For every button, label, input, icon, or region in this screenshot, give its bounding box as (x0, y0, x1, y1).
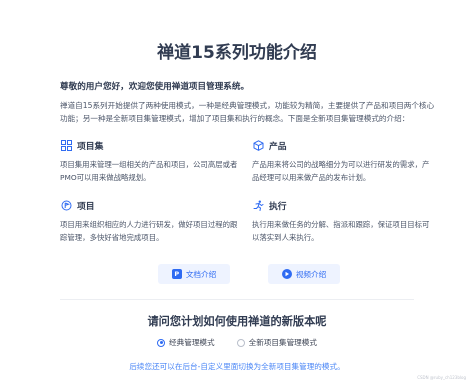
radio-button-checked[interactable] (157, 338, 166, 347)
hint-text: 后续您还可以在后台-自定义里面切换为全新项目集管理的模式。 (129, 362, 345, 371)
radio-button[interactable] (236, 338, 245, 347)
intro-text: 禅道自15系列开始提供了两种使用模式，一种是经典管理模式，功能较为精简，主要提供… (60, 101, 435, 123)
video-intro-label: 视频介绍 (295, 269, 327, 279)
card-execution: 执行 执行用来做任务的分解、指派和跟踪，保证项目目标可以落实到人来执行。 (252, 198, 432, 244)
radio-label: 全新项目集管理模式 (248, 338, 317, 347)
radio-program-mode[interactable]: 全新项目集管理模式 (236, 337, 317, 348)
card-description: 执行用来做任务的分解、指派和跟踪，保证项目目标可以落实到人来执行。 (252, 220, 430, 242)
run-icon (252, 199, 264, 211)
document-icon: P (171, 269, 182, 279)
doc-intro-label: 文档介绍 (185, 269, 217, 279)
card-program: 项目集 项目集用来管理一组相关的产品和项目，公司高层或者PMO可以用来做战略规划… (60, 138, 240, 184)
divider (60, 299, 414, 300)
mode-question: 请问您计划如何使用禅道的新版本呢 (147, 315, 327, 328)
grid-icon (60, 139, 72, 151)
page-title: 禅道15系列功能介绍 (157, 43, 317, 63)
doc-intro-button[interactable]: P 文档介绍 (158, 264, 230, 284)
card-description: 项目集用来管理一组相关的产品和项目，公司高层或者PMO可以用来做战略规划。 (60, 160, 238, 182)
flag-icon (60, 199, 72, 211)
cube-icon (252, 139, 264, 151)
video-intro-button[interactable]: 视频介绍 (268, 264, 340, 284)
card-description: 产品用来将公司的战略细分为可以进行研发的需求，产品经理可以用来做产品的发布计划。 (252, 160, 430, 182)
card-title: 项目集 (77, 141, 104, 152)
card-product: 产品 产品用来将公司的战略细分为可以进行研发的需求，产品经理可以用来做产品的发布… (252, 138, 432, 184)
card-title: 产品 (269, 141, 287, 152)
play-icon (281, 269, 292, 279)
radio-label: 经典管理模式 (169, 338, 215, 347)
card-title: 执行 (269, 201, 287, 212)
mode-radio-group: 经典管理模式 全新项目集管理模式 (0, 337, 474, 348)
greeting-text: 尊敬的用户您好，欢迎您使用禅道项目管理系统。 (60, 82, 250, 92)
card-description: 项目用来组织相应的人力进行研发，做好项目过程的跟踪管理，多快好省地完成项目。 (60, 220, 238, 242)
watermark: CSDN @ruby_ch123blog (417, 375, 466, 380)
radio-classic-mode[interactable]: 经典管理模式 (157, 337, 215, 348)
card-project: 项目 项目用来组织相应的人力进行研发，做好项目过程的跟踪管理，多快好省地完成项目… (60, 198, 240, 244)
card-title: 项目 (77, 201, 95, 212)
